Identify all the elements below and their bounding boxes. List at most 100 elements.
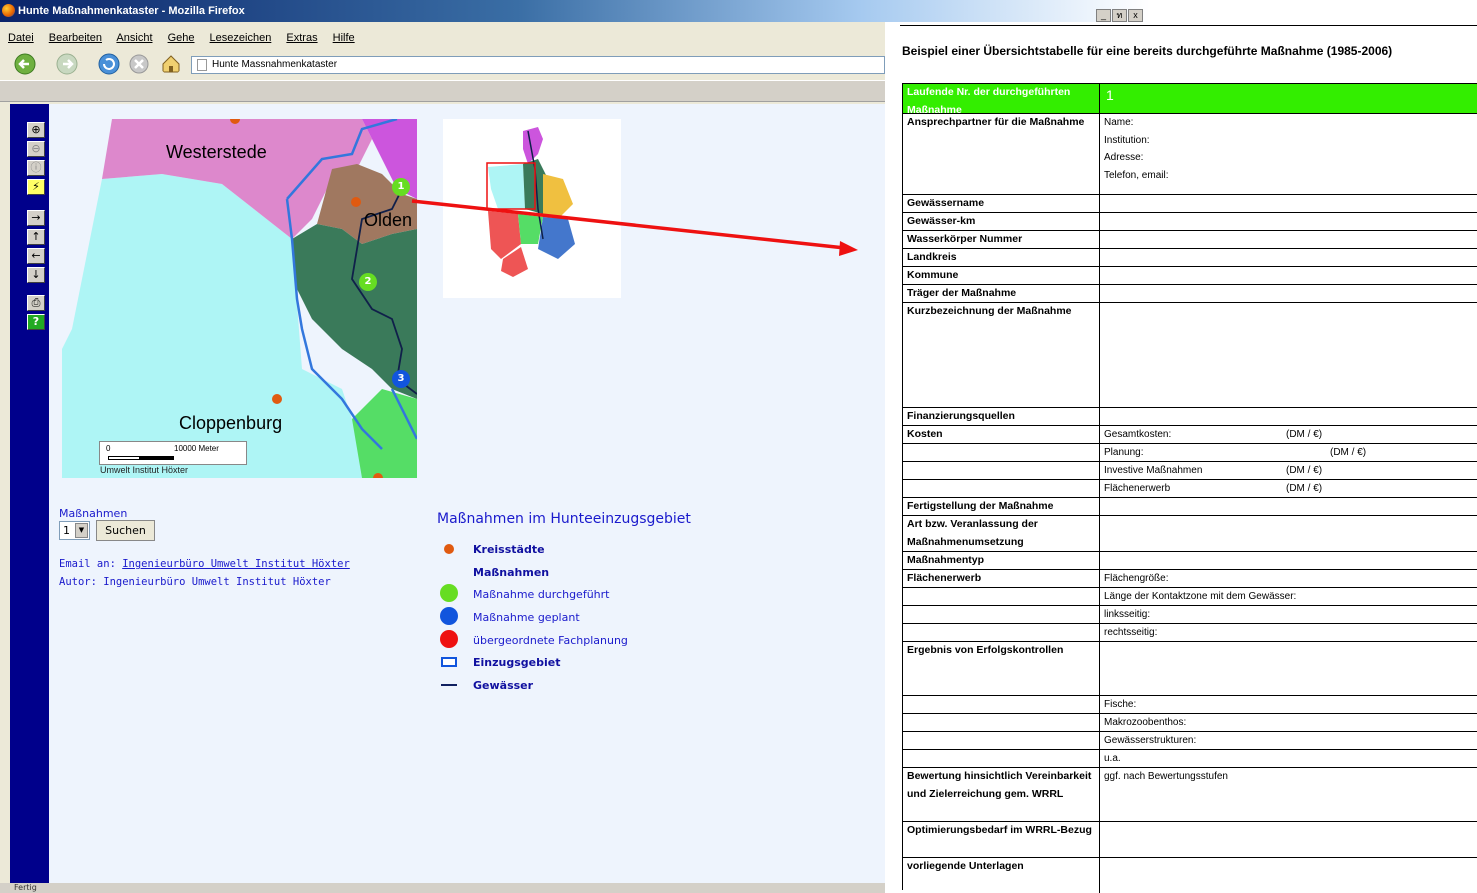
map-scale-bar: 0 10000 Meter	[99, 441, 247, 465]
menu-bearbeiten[interactable]: Bearbeiten	[49, 32, 102, 44]
pan-south-icon[interactable]: ↓	[27, 267, 45, 283]
measure-select[interactable]: 1 ▼	[59, 521, 90, 540]
waterbody-icon	[441, 684, 457, 686]
row-value-text: Planung:	[1104, 447, 1144, 458]
table-row: Gewässerstrukturen:	[903, 732, 1477, 750]
select-icon[interactable]: ⚡	[27, 179, 45, 195]
table-row: Wasserkörper Nummer	[903, 231, 1477, 249]
zoom-in-icon[interactable]: ⊕	[27, 122, 45, 138]
row-value: Flächenerwerb (DM / €)	[1100, 480, 1477, 497]
bookmark-toolbar	[0, 80, 885, 102]
table-row: Investive Maßnahmen (DM / €)	[903, 462, 1477, 480]
row-value-line: Name:	[1104, 117, 1134, 128]
row-value	[1100, 408, 1477, 425]
row-value	[1100, 498, 1477, 515]
pan-east-icon[interactable]: →	[27, 210, 45, 226]
legend-planned: Maßnahme geplant	[473, 611, 580, 624]
row-unit: (DM / €)	[1286, 483, 1323, 494]
page-icon	[197, 59, 207, 71]
minimize-button[interactable]: _	[1096, 9, 1111, 22]
row-value-text: Makrozoobenthos:	[1104, 717, 1187, 728]
row-value	[1100, 822, 1477, 857]
legend-kreisstaedte: Kreisstädte	[473, 543, 545, 556]
overview-map[interactable]	[443, 119, 621, 298]
row-value: rechtsseitig:	[1100, 624, 1477, 641]
print-icon[interactable]: ⎙	[27, 295, 45, 311]
url-text: Hunte Massnahmenkataster	[212, 59, 338, 70]
back-icon[interactable]	[14, 53, 36, 75]
table-row: Maßnahmentyp	[903, 552, 1477, 570]
table-row: Kommune	[903, 267, 1477, 285]
reload-icon[interactable]	[98, 53, 120, 75]
row-label	[903, 480, 1100, 497]
row-value-text: Flächengröße:	[1104, 573, 1169, 584]
row-value	[1100, 642, 1477, 695]
window-controls: _ ท x	[1096, 9, 1143, 22]
row-value-text: u.a.	[1104, 753, 1121, 764]
row-value	[1100, 858, 1477, 893]
info-icon[interactable]: ⓘ	[27, 160, 45, 176]
row-value	[1100, 249, 1477, 266]
row-value: ggf. nach Bewertungsstufen	[1100, 768, 1477, 821]
row-label: vorliegende Unterlagen	[903, 858, 1100, 893]
scale-segment-white	[108, 456, 140, 460]
chevron-down-icon[interactable]: ▼	[75, 523, 88, 538]
row-value-text: Fische:	[1104, 699, 1137, 710]
url-field[interactable]: Hunte Massnahmenkataster	[191, 56, 885, 74]
pan-west-icon[interactable]: ←	[27, 248, 45, 264]
row-label	[903, 714, 1100, 731]
menu-hilfe[interactable]: Hilfe	[333, 32, 355, 44]
row-value: Name: Institution: Adresse: Telefon, email:	[1100, 114, 1477, 194]
menu-gehe[interactable]: Gehe	[168, 32, 195, 44]
pan-north-icon[interactable]: ↑	[27, 229, 45, 245]
row-label: Art bzw. Veranlassung der Maßnahmenumset…	[903, 516, 1100, 551]
measure-marker-1[interactable]: 1	[392, 178, 410, 196]
measure-marker-3[interactable]: 3	[392, 370, 410, 388]
row-label: Laufende Nr. der durchgeführten Maßnahme	[903, 84, 1100, 116]
table-row: Ansprechpartner für die Maßnahme Name: Ins…	[903, 114, 1477, 195]
email-link[interactable]: Ingenieurbüro Umwelt Institut Höxter	[122, 558, 350, 570]
zoom-out-icon[interactable]: ⊖	[27, 141, 45, 157]
menu-bar: Datei Bearbeiten Ansicht Gehe Lesezeiche…	[0, 28, 885, 48]
window-titlebar: Hunte Maßnahmenkataster - Mozilla Firefo…	[0, 0, 1150, 22]
maximize-button[interactable]: ท	[1112, 9, 1127, 22]
table-row: Flächenerwerb (DM / €)	[903, 480, 1477, 498]
table-row: Kurzbezeichnung der Maßnahme	[903, 303, 1477, 408]
close-button[interactable]: x	[1128, 9, 1143, 22]
row-value: Gewässerstrukturen:	[1100, 732, 1477, 749]
measure-select-value: 1	[63, 524, 70, 537]
menu-extras[interactable]: Extras	[286, 32, 317, 44]
help-icon[interactable]: ?	[27, 314, 45, 330]
map-label-westerstede: Westerstede	[166, 142, 267, 162]
forward-icon[interactable]	[56, 53, 78, 75]
main-map[interactable]: Westerstede Olden Cloppenburg 1 2 3 0 10…	[62, 119, 417, 478]
stop-icon[interactable]	[128, 53, 150, 75]
row-label: Ergebnis von Erfolgskontrollen	[903, 642, 1100, 695]
row-label: Träger der Maßnahme	[903, 285, 1100, 302]
table-row: Art bzw. Veranlassung der Maßnahmenumset…	[903, 516, 1477, 552]
row-unit: (DM / €)	[1286, 465, 1323, 476]
row-label: Bewertung hinsichtlich Vereinbarkeit und…	[903, 768, 1100, 821]
row-label: Ansprechpartner für die Maßnahme	[903, 114, 1100, 194]
measure-planned-icon	[440, 607, 458, 625]
row-label: Landkreis	[903, 249, 1100, 266]
row-value-text: Flächenerwerb	[1104, 483, 1171, 494]
legend-superordinate: übergeordnete Fachplanung	[473, 634, 628, 647]
measure-done-icon	[440, 584, 458, 602]
map-label-cloppenburg: Cloppenburg	[179, 413, 283, 433]
measure-marker-2[interactable]: 2	[359, 273, 377, 291]
row-value: Planung: (DM / €)	[1100, 444, 1477, 461]
row-value-text: Investive Maßnahmen	[1104, 465, 1203, 476]
row-label: Maßnahmentyp	[903, 552, 1100, 569]
row-value	[1100, 303, 1477, 407]
menu-lesezeichen[interactable]: Lesezeichen	[210, 32, 272, 44]
menu-ansicht[interactable]: Ansicht	[116, 32, 152, 44]
table-row: linksseitig:	[903, 606, 1477, 624]
row-value: linksseitig:	[1100, 606, 1477, 623]
row-value: u.a.	[1100, 750, 1477, 767]
row-value-line: Institution:	[1104, 134, 1150, 146]
home-icon[interactable]	[160, 53, 182, 75]
row-label	[903, 732, 1100, 749]
search-button[interactable]: Suchen	[96, 520, 155, 541]
menu-datei[interactable]: Datei	[8, 32, 34, 44]
